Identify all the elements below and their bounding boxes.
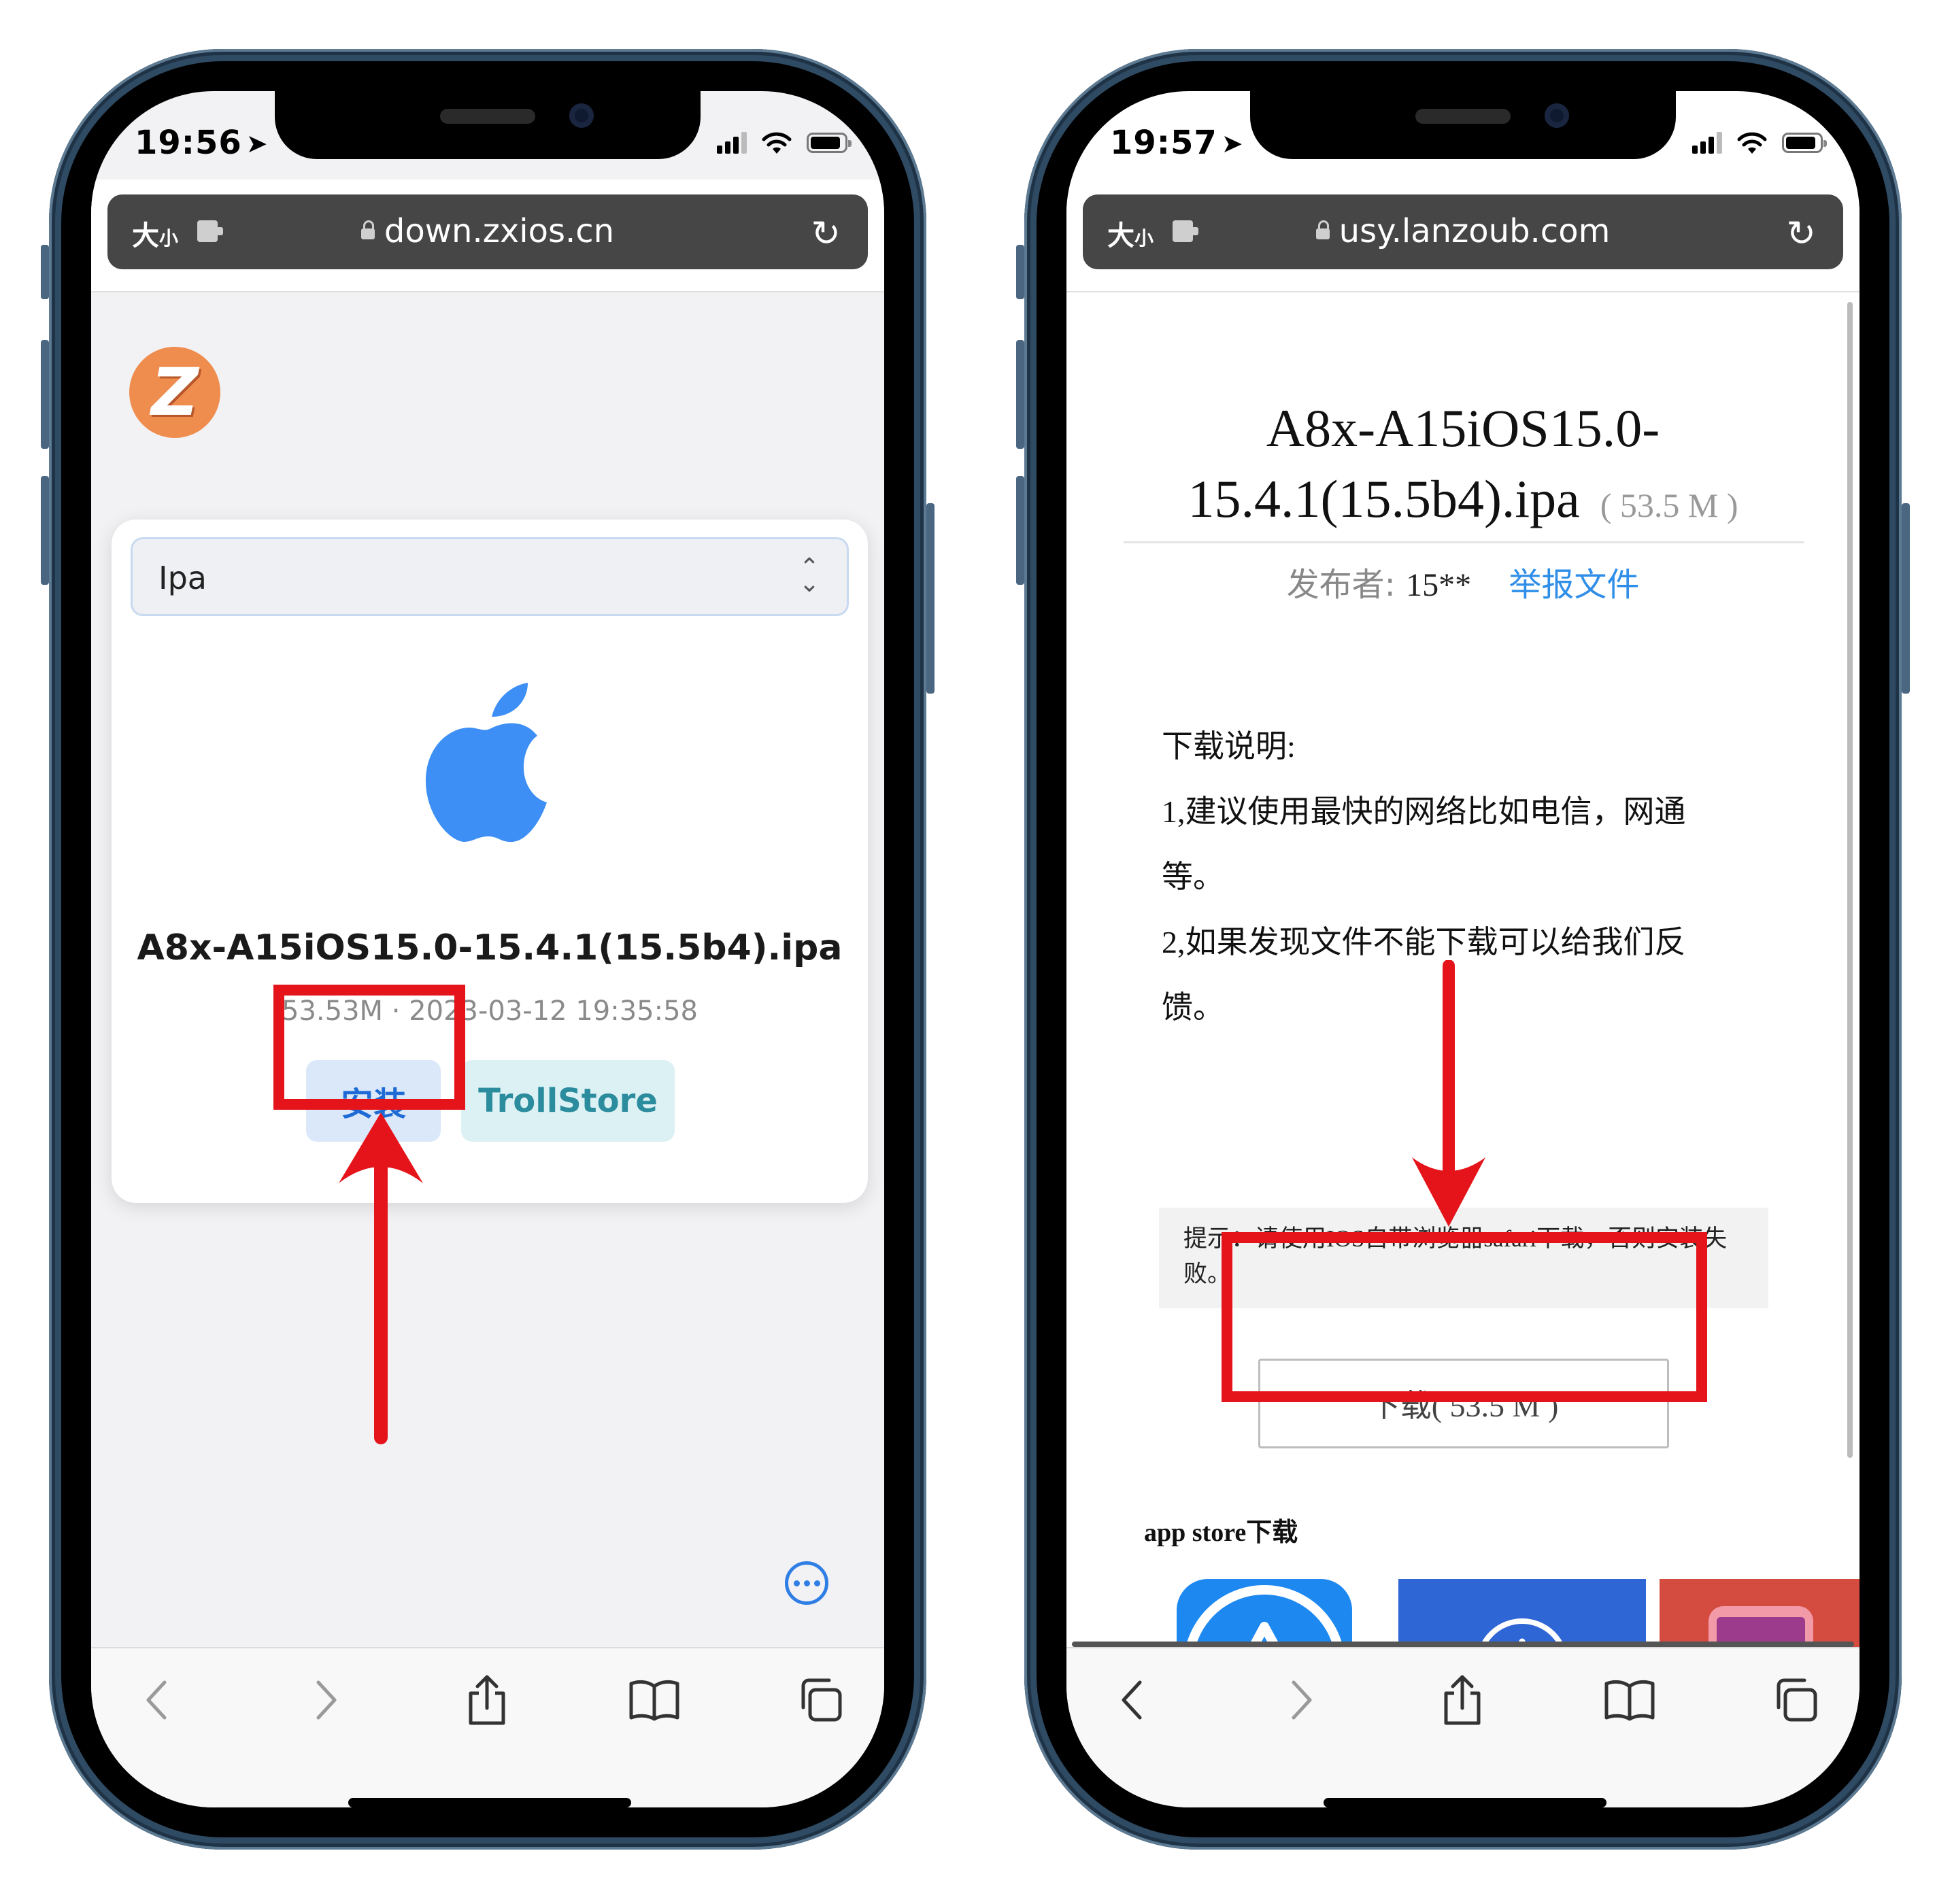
signal-icon: [717, 132, 747, 154]
select-chevron-icon: ⌃ ⌄: [798, 554, 820, 598]
chevron-right-icon: [1292, 1680, 1312, 1720]
forward-button[interactable]: [1275, 1673, 1329, 1727]
notch: [1250, 91, 1676, 159]
tabs-button[interactable]: [1768, 1673, 1823, 1727]
power-button: [1902, 503, 1910, 694]
horizontal-scrollbar[interactable]: [1072, 1642, 1854, 1647]
back-button[interactable]: [129, 1673, 184, 1727]
browser-toolbar: [1066, 1647, 1860, 1807]
status-icons: [717, 129, 852, 156]
file-size: ( 53.5 M ): [1600, 486, 1738, 524]
status-icons: [1692, 129, 1827, 156]
file-title-line1: A8x-A15iOS15.0-: [1266, 398, 1660, 458]
browser-toolbar: [91, 1647, 884, 1807]
tabs-button[interactable]: [793, 1673, 847, 1727]
url-text[interactable]: down.zxios.cn: [107, 212, 868, 250]
location-arrow-icon: ➤: [246, 129, 269, 158]
reload-icon[interactable]: ↻: [811, 214, 841, 254]
address-bar[interactable]: 大小 down.zxios.cn ↻: [107, 194, 868, 269]
highlight-install-box: [273, 985, 465, 1110]
category-select[interactable]: Ipa ⌃ ⌄: [131, 537, 849, 616]
lock-icon: [1315, 220, 1330, 239]
lock-icon: [360, 220, 375, 239]
appstore-tile-promo[interactable]: [1660, 1579, 1860, 1647]
highlight-download-box: [1222, 1232, 1707, 1402]
chevron-right-icon: [316, 1680, 337, 1720]
divider: [1124, 541, 1804, 543]
battery-icon: [1782, 133, 1827, 153]
bookmarks-button[interactable]: [627, 1673, 681, 1727]
category-select-value: Ipa: [158, 560, 207, 596]
appstore-tile-icon[interactable]: [1177, 1579, 1352, 1647]
home-indicator: [1324, 1798, 1606, 1807]
address-bar-area: 大小 down.zxios.cn ↻: [91, 180, 884, 292]
publisher-row: 发布者: 15** 举报文件: [1066, 558, 1860, 605]
appstore-tile-blue[interactable]: [1398, 1579, 1646, 1647]
side-button: [41, 245, 49, 299]
back-button[interactable]: [1105, 1673, 1159, 1727]
report-file-link[interactable]: 举报文件: [1509, 566, 1639, 604]
file-name: A8x-A15iOS15.0-15.4.1(15.5b4).ipa: [137, 928, 843, 968]
right-phone-screen: 19:57 ➤ 大小 usy.lanzoub.com ↻ A8x-A15iOS15…: [1066, 91, 1860, 1807]
description-line: 1,建议使用最快的网络比如电信，网通: [1162, 794, 1686, 829]
address-bar[interactable]: 大小 usy.lanzoub.com ↻: [1083, 194, 1843, 269]
share-button[interactable]: [1435, 1673, 1490, 1727]
description-heading: 下载说明:: [1162, 729, 1296, 764]
red-arrow-up: [339, 1112, 423, 1444]
book-icon: [629, 1680, 679, 1721]
wifi-icon: [762, 132, 792, 154]
left-phone-screen: 19:56 ➤ 大小 down.zxios.cn ↻ Z Ipa ⌃ ⌄ A8x…: [91, 91, 884, 1807]
apple-logo-icon: [425, 683, 547, 843]
notch: [275, 91, 701, 159]
location-arrow-icon: ➤: [1221, 129, 1244, 158]
description-line: 等。: [1162, 860, 1224, 894]
tabs-icon: [801, 1678, 842, 1722]
status-time: 19:56 ➤: [135, 124, 269, 162]
appstore-heading: app store下载: [1144, 1518, 1298, 1547]
share-icon: [469, 1675, 505, 1725]
power-button: [926, 503, 935, 694]
volume-down-button: [41, 476, 49, 585]
share-icon: [1444, 1675, 1481, 1725]
file-title: A8x-A15iOS15.0- 15.4.1(15.5b4).ipa ( 53.5…: [1066, 393, 1860, 541]
file-meta: 53.53M · 2023-03-12 19:35:58: [282, 996, 698, 1027]
volume-down-button: [1016, 476, 1024, 585]
site-logo[interactable]: Z: [129, 347, 220, 438]
wifi-icon: [1737, 132, 1767, 154]
more-options-button[interactable]: [785, 1561, 828, 1605]
home-indicator: [348, 1798, 631, 1807]
battery-icon: [807, 133, 852, 153]
share-button[interactable]: [460, 1673, 514, 1727]
app-card: Ipa ⌃ ⌄ A8x-A15iOS15.0-15.4.1(15.5b4).ipa…: [112, 520, 868, 1203]
right-phone-frame: 19:57 ➤ 大小 usy.lanzoub.com ↻ A8x-A15iOS15…: [1024, 49, 1902, 1850]
volume-up-button: [1016, 340, 1024, 449]
signal-icon: [1692, 132, 1722, 154]
address-bar-area: 大小 usy.lanzoub.com ↻: [1066, 180, 1860, 292]
red-arrow-down: [1412, 960, 1485, 1227]
publisher-label: 发布者:: [1286, 566, 1396, 604]
tabs-icon: [1777, 1678, 1817, 1722]
book-icon: [1604, 1680, 1655, 1721]
volume-up-button: [41, 340, 49, 449]
forward-button[interactable]: [299, 1673, 354, 1727]
publisher-value: 15**: [1406, 567, 1472, 603]
bookmarks-button[interactable]: [1602, 1673, 1657, 1727]
chevron-left-icon: [1122, 1680, 1142, 1720]
chevron-left-icon: [146, 1680, 167, 1720]
left-phone-frame: 19:56 ➤ 大小 down.zxios.cn ↻ Z Ipa ⌃ ⌄ A8x…: [49, 49, 926, 1850]
file-title-line2: 15.4.1(15.5b4).ipa: [1188, 469, 1580, 528]
reload-icon[interactable]: ↻: [1786, 214, 1816, 254]
status-time: 19:57 ➤: [1110, 124, 1244, 162]
side-button: [1016, 245, 1024, 299]
trollstore-button[interactable]: TrollStore: [461, 1060, 675, 1142]
url-text[interactable]: usy.lanzoub.com: [1083, 212, 1843, 250]
